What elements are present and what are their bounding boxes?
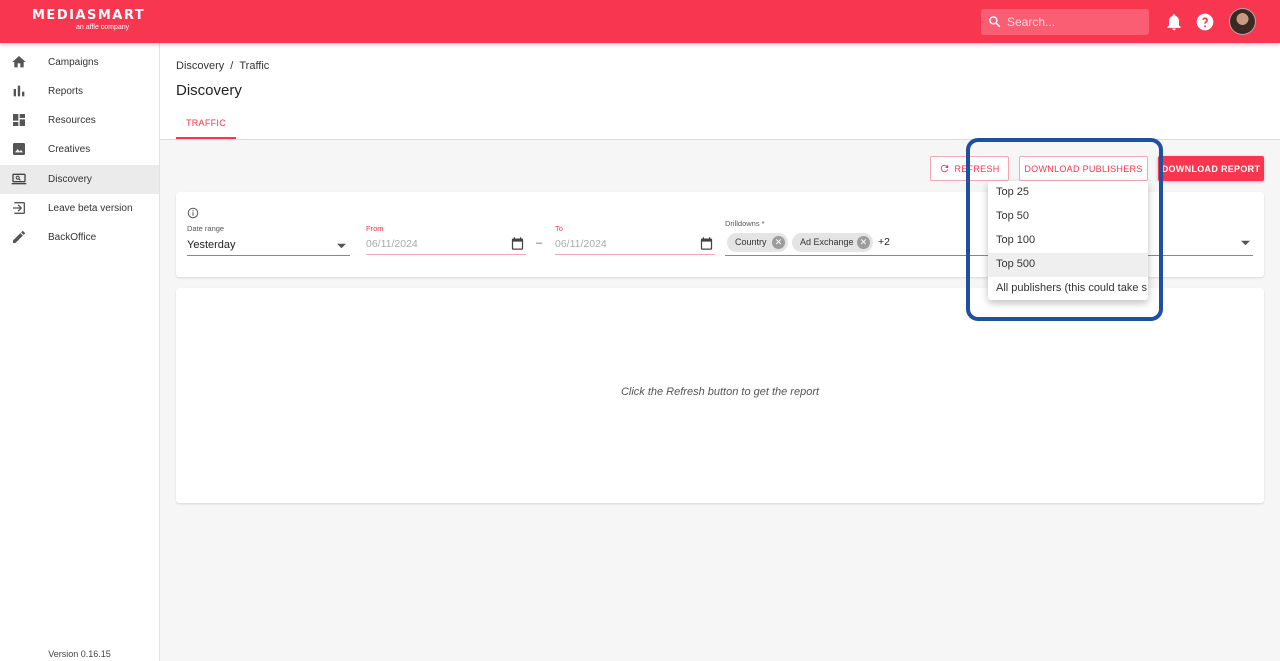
report-results-panel: Click the Refresh button to get the repo… bbox=[176, 288, 1264, 503]
download-publishers-label: DOWNLOAD PUBLISHERS bbox=[1024, 163, 1143, 174]
image-icon bbox=[13, 143, 25, 155]
page-title: Discovery bbox=[176, 82, 242, 99]
chevron-down-icon[interactable] bbox=[1241, 240, 1250, 246]
calendar-icon[interactable] bbox=[699, 236, 714, 251]
menu-item-top-50[interactable]: Top 50 bbox=[988, 205, 1148, 229]
to-date-placeholder: 06/11/2024 bbox=[555, 238, 607, 250]
empty-state-message: Click the Refresh button to get the repo… bbox=[620, 386, 820, 398]
chip-remove-icon[interactable]: ✕ bbox=[772, 236, 785, 249]
menu-item-top-25[interactable]: Top 25 bbox=[988, 181, 1148, 205]
top-app-bar: MEDIASMART an affle company bbox=[0, 0, 1280, 43]
tab-traffic[interactable]: TRAFFIC bbox=[176, 111, 236, 139]
sidebar-item-resources[interactable]: Resources bbox=[0, 106, 159, 135]
chip-label: Country bbox=[735, 237, 767, 247]
refresh-button[interactable]: REFRESH bbox=[930, 156, 1009, 181]
date-range-select[interactable]: Yesterday bbox=[187, 236, 350, 256]
refresh-label: REFRESH bbox=[954, 164, 1000, 174]
drilldown-chip-ad-exchange: Ad Exchange ✕ bbox=[792, 233, 873, 252]
info-icon[interactable] bbox=[187, 207, 199, 219]
sidebar-item-label: BackOffice bbox=[48, 232, 97, 243]
search-input[interactable] bbox=[1007, 13, 1137, 31]
sidebar-item-reports[interactable]: Reports bbox=[0, 77, 159, 106]
from-date-underline bbox=[366, 254, 526, 255]
sidebar: Campaigns Reports Resources Creatives Di… bbox=[0, 43, 160, 661]
download-report-label: DOWNLOAD REPORT bbox=[1161, 163, 1261, 174]
sidebar-item-label: Reports bbox=[48, 86, 84, 97]
sidebar-item-label: Campaigns bbox=[48, 57, 99, 68]
refresh-icon bbox=[941, 164, 949, 173]
sidebar-item-creatives[interactable]: Creatives bbox=[0, 135, 159, 164]
user-avatar[interactable] bbox=[1229, 8, 1256, 35]
date-range-underline bbox=[187, 255, 350, 256]
date-range-separator: – bbox=[536, 237, 543, 249]
help-icon[interactable] bbox=[1195, 12, 1215, 32]
to-date-field[interactable]: 06/11/2024 bbox=[555, 236, 715, 254]
logo-brand-text: MEDIASMART bbox=[32, 8, 146, 23]
chip-label: Ad Exchange bbox=[800, 237, 854, 247]
download-publishers-menu: Top 25 Top 50 Top 100 Top 500 All publis… bbox=[988, 181, 1148, 300]
laptop-search-icon bbox=[11, 173, 27, 185]
download-publishers-button[interactable]: DOWNLOAD PUBLISHERS bbox=[1019, 156, 1148, 181]
sidebar-item-backoffice[interactable]: BackOffice bbox=[0, 223, 159, 252]
drilldowns-label: Drilldowns * bbox=[725, 219, 765, 228]
home-icon bbox=[12, 56, 26, 68]
menu-item-top-100[interactable]: Top 100 bbox=[988, 229, 1148, 253]
drilldowns-more-count: +2 bbox=[878, 236, 890, 248]
search-box[interactable] bbox=[981, 9, 1149, 35]
to-date-underline bbox=[555, 254, 715, 255]
from-date-field[interactable]: 06/11/2024 bbox=[366, 236, 526, 254]
chip-remove-icon[interactable]: ✕ bbox=[857, 236, 870, 249]
drilldown-chip-country: Country ✕ bbox=[727, 233, 788, 252]
to-label: To bbox=[555, 224, 563, 233]
bell-icon[interactable] bbox=[1164, 12, 1184, 32]
sidebar-item-label: Resources bbox=[48, 115, 96, 126]
dashboard-icon bbox=[13, 114, 25, 126]
logo-subtitle: an affle company bbox=[76, 24, 130, 31]
version-label: Version 0.16.15 bbox=[48, 649, 111, 659]
sidebar-item-discovery[interactable]: Discovery bbox=[0, 165, 159, 194]
sidebar-item-campaigns[interactable]: Campaigns bbox=[0, 48, 159, 77]
breadcrumb: Discovery / Traffic bbox=[176, 60, 269, 72]
from-date-placeholder: 06/11/2024 bbox=[366, 238, 418, 250]
calendar-icon[interactable] bbox=[510, 236, 525, 251]
bar-chart-icon bbox=[13, 85, 25, 97]
exit-icon bbox=[13, 202, 25, 214]
date-range-label: Date range bbox=[187, 224, 225, 233]
sidebar-item-leave-beta[interactable]: Leave beta version bbox=[0, 194, 159, 223]
search-icon bbox=[989, 16, 1001, 28]
sidebar-item-label: Creatives bbox=[48, 144, 91, 155]
menu-item-top-500[interactable]: Top 500 bbox=[988, 253, 1148, 277]
breadcrumb-item-discovery[interactable]: Discovery bbox=[176, 60, 224, 72]
breadcrumb-item-traffic: Traffic bbox=[239, 60, 270, 72]
menu-item-all-publishers[interactable]: All publishers (this could take s bbox=[988, 277, 1148, 300]
from-label: From bbox=[366, 224, 384, 233]
pencil-icon bbox=[13, 230, 25, 243]
breadcrumb-separator: / bbox=[230, 60, 234, 72]
page-header: Discovery / Traffic Discovery TRAFFIC bbox=[160, 43, 1280, 140]
download-report-button[interactable]: DOWNLOAD REPORT bbox=[1158, 156, 1264, 181]
mediasmart-logo[interactable]: MEDIASMART an affle company bbox=[32, 8, 146, 31]
sidebar-item-label: Leave beta version bbox=[48, 203, 133, 214]
date-range-value: Yesterday bbox=[187, 239, 236, 251]
sidebar-item-label: Discovery bbox=[48, 174, 92, 185]
chevron-down-icon bbox=[337, 243, 346, 249]
